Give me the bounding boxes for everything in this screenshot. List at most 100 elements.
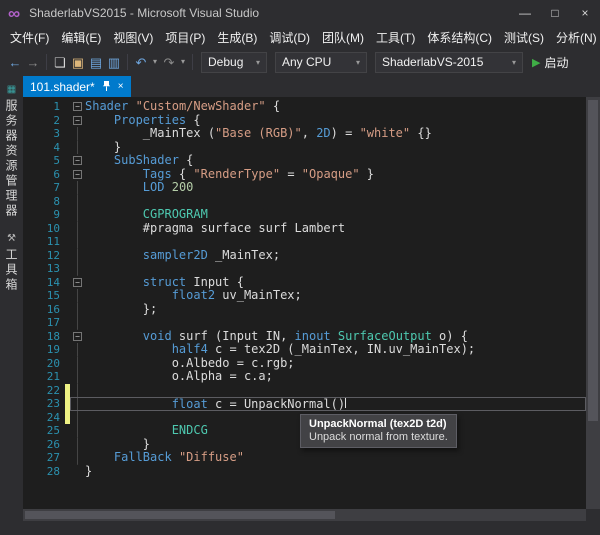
- minimize-button[interactable]: —: [510, 0, 540, 26]
- code-line[interactable]: 6 − Tags { "RenderType" = "Opaque" }: [23, 167, 586, 182]
- code-line[interactable]: 1 − Shader "Custom/NewShader" {: [23, 99, 586, 114]
- code-line[interactable]: 22: [23, 383, 586, 397]
- line-number: 16: [46, 302, 60, 316]
- start-debugging-label: 启动: [544, 55, 569, 70]
- vertical-scrollbar-thumb[interactable]: [588, 100, 598, 422]
- code-line[interactable]: 4 }: [23, 139, 586, 154]
- line-content: _MainTex ("Base (RGB)", 2D) = "white" {}: [70, 126, 586, 141]
- code-line[interactable]: 14 − struct Input {: [23, 275, 586, 290]
- code-line[interactable]: 19 half4 c = tex2D (_MainTex, IN.uv_Main…: [23, 342, 586, 357]
- code-line[interactable]: 3 _MainTex ("Base (RGB)", 2D) = "white" …: [23, 126, 586, 141]
- back-icon[interactable]: ←: [6, 56, 24, 69]
- fold-gutter: [70, 383, 85, 397]
- menu-item[interactable]: 文件(F): [4, 29, 55, 46]
- fold-gutter: [70, 356, 85, 370]
- menu-item[interactable]: 项目(P): [159, 29, 211, 46]
- code-line[interactable]: 8: [23, 194, 586, 208]
- code-line[interactable]: 17: [23, 316, 586, 330]
- code-line[interactable]: 10 #pragma surface surf Lambert: [23, 221, 586, 235]
- code-line[interactable]: 16 };: [23, 302, 586, 316]
- menu-item[interactable]: 视图(V): [107, 29, 159, 46]
- fold-gutter[interactable]: −: [70, 330, 85, 344]
- fold-gutter: [70, 316, 85, 330]
- menu-item[interactable]: 编辑(E): [55, 29, 107, 46]
- save-icon[interactable]: ▤: [87, 56, 105, 69]
- code-line[interactable]: 5 − SubShader {: [23, 153, 586, 168]
- maximize-button[interactable]: □: [540, 0, 570, 26]
- menu-bar: 文件(F) 编辑(E) 视图(V) 项目(P) 生成(B) 调试(D) 团队(M) 工具(T)…: [0, 26, 600, 48]
- menu-item[interactable]: 分析(N): [550, 29, 600, 46]
- tab-101-shader[interactable]: 101.shader* ×: [23, 76, 131, 97]
- line-number: 8: [53, 194, 60, 208]
- code-line[interactable]: 15 float2 uv_MainTex;: [23, 288, 586, 303]
- collapse-icon[interactable]: −: [73, 169, 82, 179]
- line-content: half4 c = tex2D (_MainTex, IN.uv_MainTex…: [70, 342, 586, 357]
- collapse-icon[interactable]: −: [73, 156, 82, 166]
- fold-gutter[interactable]: −: [70, 276, 85, 290]
- fold-gutter[interactable]: −: [70, 168, 85, 182]
- horizontal-scrollbar[interactable]: [23, 509, 586, 521]
- redo-icon[interactable]: ↷: [160, 56, 178, 69]
- fold-gutter: [70, 397, 85, 411]
- rail-tab[interactable]: ⚒ 工具箱: [3, 233, 20, 293]
- collapse-icon[interactable]: −: [73, 277, 82, 287]
- menu-item[interactable]: 测试(S): [498, 29, 550, 46]
- forward-icon[interactable]: →: [24, 56, 42, 69]
- code-line[interactable]: 12 sampler2D _MainTex;: [23, 248, 586, 262]
- menu-item[interactable]: 团队(M): [316, 29, 370, 46]
- code-text: o.Albedo = c.rgb;: [171, 355, 295, 370]
- collapse-icon[interactable]: −: [73, 115, 82, 125]
- code-line[interactable]: 23 float c = UnpackNormal(): [23, 397, 586, 411]
- line-number: 19: [46, 343, 60, 356]
- start-debugging-button[interactable]: ▶ 启动: [532, 54, 568, 71]
- collapse-icon[interactable]: −: [73, 331, 82, 341]
- undo-icon[interactable]: ↶: [132, 56, 150, 69]
- line-content: − Shader "Custom/NewShader" {: [70, 99, 586, 114]
- editor-bottom-strip: [23, 509, 600, 535]
- menu-item[interactable]: 生成(B): [211, 29, 263, 46]
- solution-configuration-value: Debug: [208, 55, 244, 69]
- pin-icon[interactable]: [102, 81, 111, 92]
- code-line[interactable]: 20 o.Albedo = c.rgb;: [23, 355, 586, 370]
- new-file-icon[interactable]: ❏: [51, 56, 69, 69]
- code-line[interactable]: 9 CGPROGRAM: [23, 207, 586, 222]
- fold-gutter[interactable]: −: [70, 100, 85, 114]
- line-content: [70, 262, 586, 276]
- undo-chevron-icon[interactable]: ▾: [150, 58, 160, 66]
- code-text: float2 uv_MainTex;: [171, 288, 302, 302]
- menu-item[interactable]: 工具(T): [370, 29, 421, 46]
- line-number: 18: [46, 329, 60, 343]
- solution-configuration-dropdown[interactable]: Debug: [201, 51, 267, 73]
- code-text: _MainTex ("Base (RGB)", 2D) = "white" {}: [142, 126, 432, 140]
- line-content: }: [70, 464, 586, 479]
- redo-chevron-icon[interactable]: ▾: [178, 58, 188, 66]
- code-line[interactable]: 18 − void surf (Input IN, inout SurfaceOu…: [23, 329, 586, 344]
- code-line[interactable]: 2 − Properties {: [23, 113, 586, 128]
- line-content: [70, 194, 586, 208]
- menu-item[interactable]: 调试(D): [263, 29, 316, 46]
- code-text: ENDCG: [171, 423, 208, 437]
- code-line[interactable]: 28}: [23, 464, 586, 479]
- rail-tab-label: 工具箱: [4, 248, 18, 293]
- open-file-icon[interactable]: ▣: [69, 56, 87, 69]
- save-all-icon[interactable]: ▥: [105, 56, 123, 69]
- fold-gutter[interactable]: −: [70, 154, 85, 168]
- solution-platform-dropdown[interactable]: Any CPU: [275, 51, 367, 73]
- code-line[interactable]: 7 LOD 200: [23, 180, 586, 195]
- collapse-icon[interactable]: −: [73, 102, 82, 112]
- close-icon[interactable]: ×: [118, 81, 124, 92]
- code-line[interactable]: 27 FallBack "Diffuse": [23, 450, 586, 465]
- menu-item[interactable]: 体系结构(C): [421, 29, 498, 46]
- fold-gutter: [70, 262, 85, 276]
- code-line[interactable]: 21 o.Alpha = c.a;: [23, 369, 586, 384]
- startup-project-dropdown[interactable]: ShaderlabVS-2015: [375, 51, 523, 73]
- fold-gutter[interactable]: −: [70, 114, 85, 128]
- code-line[interactable]: 13: [23, 262, 586, 276]
- code-text: }: [113, 139, 122, 154]
- horizontal-scrollbar-thumb[interactable]: [25, 511, 335, 519]
- code-line[interactable]: 11: [23, 235, 586, 249]
- window-controls: — □ ×: [510, 0, 600, 26]
- close-button[interactable]: ×: [570, 0, 600, 26]
- vertical-scrollbar[interactable]: [586, 97, 600, 509]
- rail-tab[interactable]: ▦ 服务器资源管理器: [3, 84, 20, 219]
